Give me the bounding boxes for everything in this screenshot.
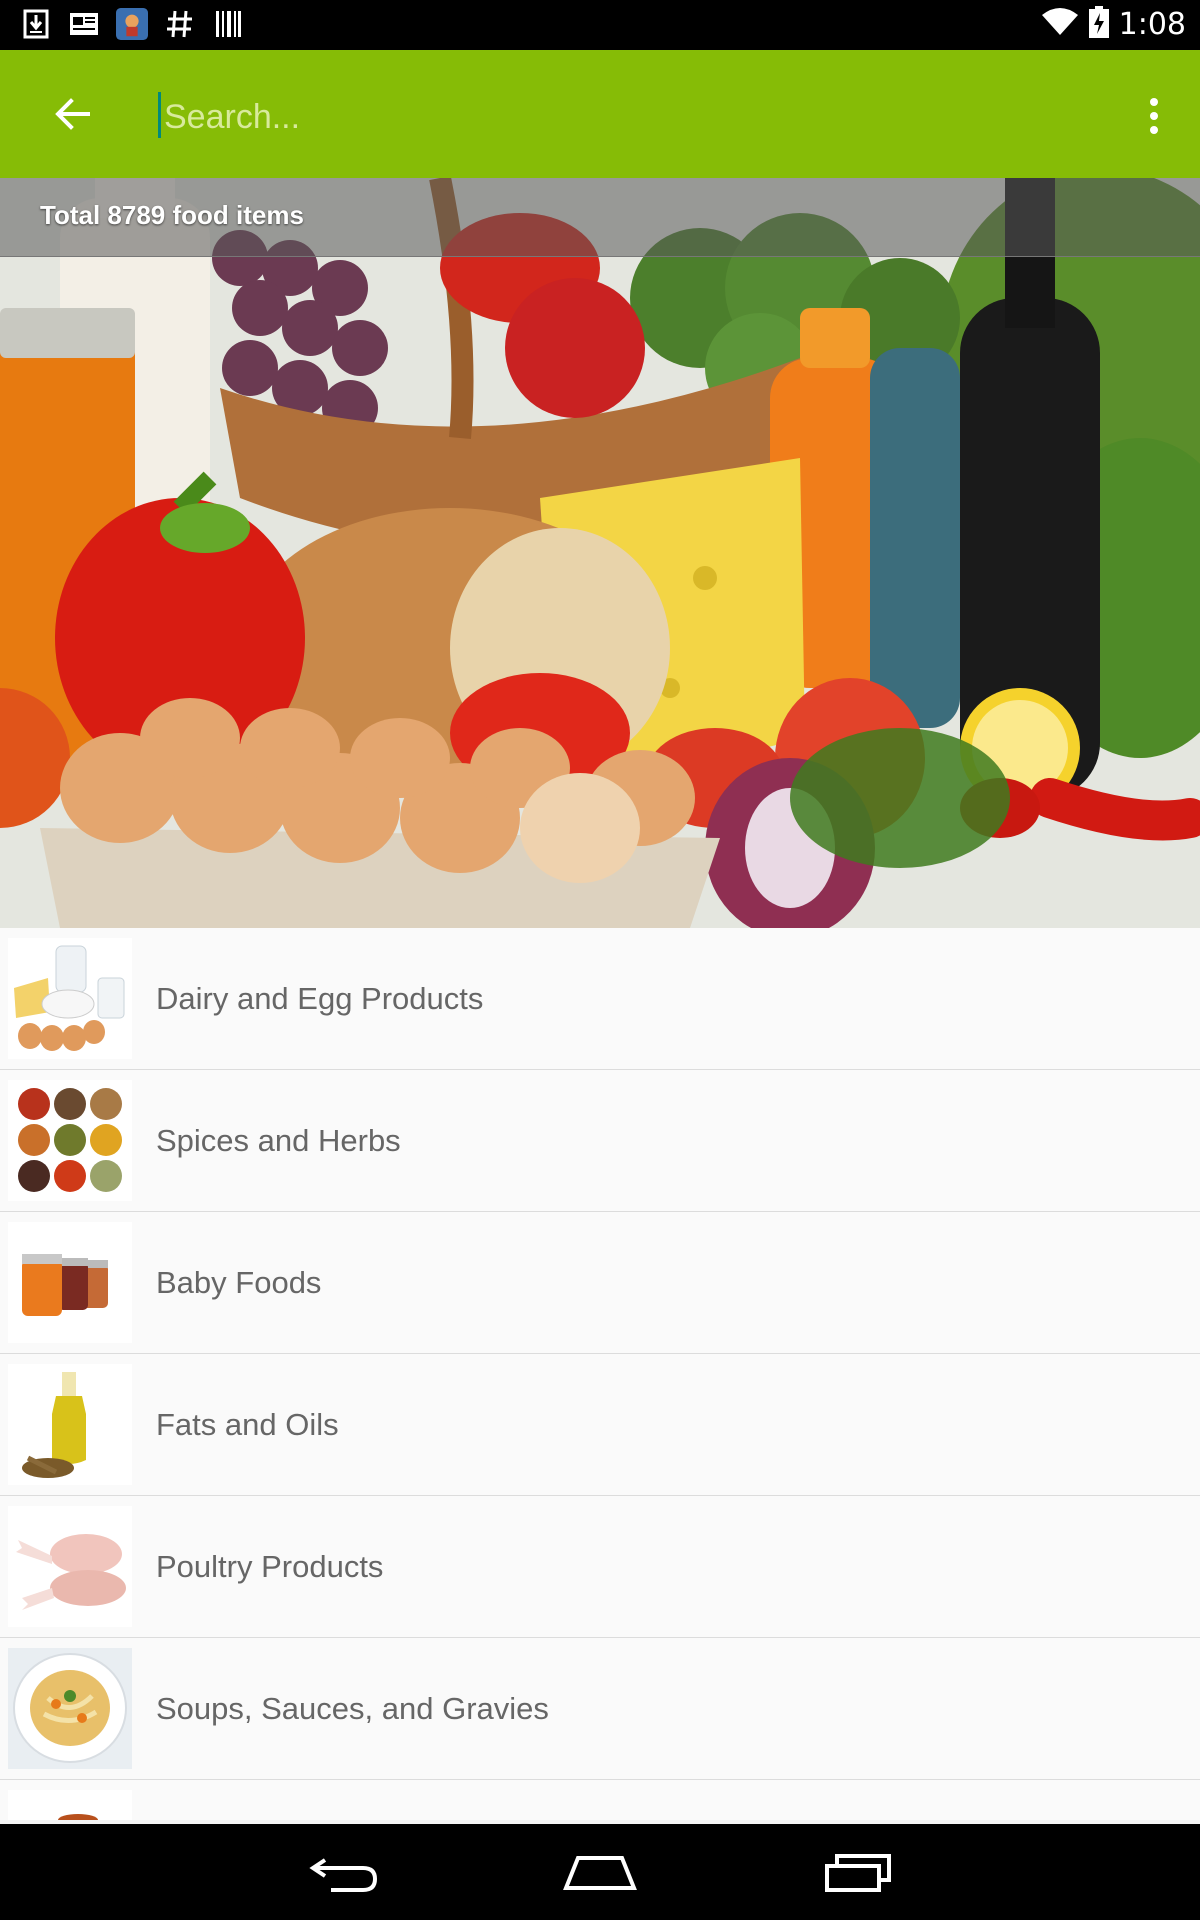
category-label: Dairy and Egg Products: [156, 981, 484, 1016]
soup-thumb: [8, 1648, 132, 1769]
spices-thumb: [8, 1080, 132, 1201]
list-item[interactable]: Soups, Sauces, and Gravies: [0, 1638, 1200, 1780]
oil-thumb: [8, 1364, 132, 1485]
partial-thumb: [8, 1790, 132, 1826]
app-toolbar: [0, 50, 1200, 178]
list-item[interactable]: Fats and Oils: [0, 1354, 1200, 1496]
grocery-illustration: [0, 178, 1200, 928]
hash-icon: [164, 8, 196, 40]
category-label: Poultry Products: [156, 1549, 384, 1584]
search-input[interactable]: [162, 90, 1046, 144]
list-item[interactable]: Dairy and Egg Products: [0, 928, 1200, 1070]
clock: 1:08: [1118, 7, 1186, 42]
download-icon: [20, 8, 52, 40]
list-item[interactable]: Spices and Herbs: [0, 1070, 1200, 1212]
status-bar: 1:08: [0, 0, 1200, 50]
notification-icons: [20, 8, 244, 40]
nav-back-button[interactable]: [294, 1844, 394, 1900]
search-field: [158, 90, 1058, 144]
total-items-banner: Total 8789 food items: [0, 178, 1200, 257]
battery-icon: [1088, 6, 1109, 43]
nav-recents-button[interactable]: [808, 1844, 908, 1900]
barcode-icon: [212, 8, 244, 40]
category-label: Baby Foods: [156, 1265, 322, 1300]
nav-back-icon: [309, 1858, 378, 1892]
poultry-thumb: [8, 1506, 132, 1627]
nav-recents-icon: [825, 1854, 891, 1892]
list-item[interactable]: Baby Foods: [0, 1212, 1200, 1354]
nav-home-button[interactable]: [550, 1844, 650, 1900]
text-caret: [158, 92, 161, 138]
more-vert-icon: [1150, 98, 1158, 106]
back-button[interactable]: [40, 86, 104, 142]
arrow-left-icon: [55, 98, 90, 130]
category-label: Spices and Herbs: [156, 1123, 401, 1158]
news-icon: [68, 8, 100, 40]
app-icon: [116, 8, 148, 40]
list-item-partial[interactable]: [0, 1780, 1200, 1826]
category-label: Fats and Oils: [156, 1407, 339, 1442]
category-list: Dairy and Egg Products Spices and Herbs: [0, 928, 1200, 1826]
category-label: Soups, Sauces, and Gravies: [156, 1691, 549, 1726]
total-items-text: Total 8789 food items: [40, 200, 304, 230]
hero-image: Total 8789 food items: [0, 178, 1200, 928]
more-options-button[interactable]: [1134, 90, 1174, 142]
list-item[interactable]: Poultry Products: [0, 1496, 1200, 1638]
dairy-thumb: [8, 938, 132, 1059]
wifi-icon: [1041, 7, 1079, 42]
nav-home-icon: [563, 1856, 637, 1890]
system-nav-bar: [0, 1824, 1200, 1920]
baby-food-thumb: [8, 1222, 132, 1343]
